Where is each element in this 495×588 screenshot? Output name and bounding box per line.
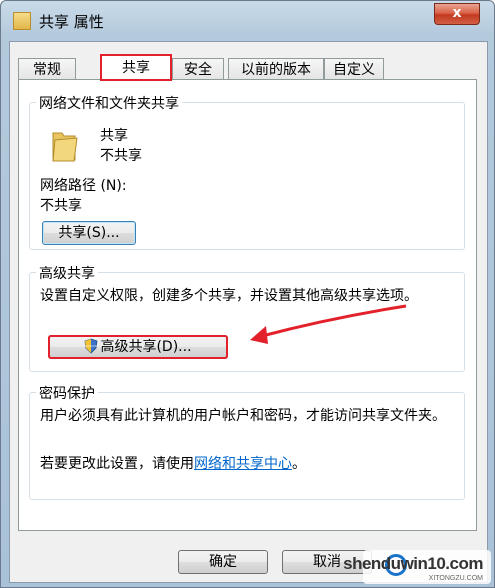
group-title: 密码保护: [36, 383, 98, 403]
folder-icon: [13, 12, 31, 30]
password-protection-group: 密码保护 用户必须具有此计算机的用户帐户和密码，才能访问共享文件夹。 若要更改此…: [29, 383, 465, 500]
window-title: 共享 属性: [39, 13, 104, 31]
watermark-site: shenduwin10.com: [343, 554, 483, 573]
sharing-tab-panel: 网络文件和文件夹共享 共享 不共享 网络路径 (N): 不共享 共享(S)...…: [18, 79, 477, 531]
shared-folder-icon: [52, 132, 78, 162]
watermark-sub: XITONGZU.COM: [428, 575, 483, 582]
change-setting-text: 若要更改此设置，请使用网络和共享中心。: [40, 455, 306, 473]
title-bar[interactable]: 共享 属性 x: [1, 1, 494, 41]
tab-previous-versions[interactable]: 以前的版本: [228, 58, 324, 80]
close-button[interactable]: x: [434, 3, 480, 25]
advanced-sharing-button-label: 高级共享(D)...: [100, 339, 192, 355]
folder-name: 共享: [100, 128, 128, 144]
group-title: 高级共享: [36, 263, 98, 283]
folder-share-status: 不共享: [100, 148, 142, 164]
uac-shield-icon: [85, 338, 98, 354]
properties-window: 共享 属性 x 常规 共享 安全 以前的版本 自定义 网络文件和文件夹共享 共享…: [0, 0, 495, 588]
advanced-sharing-description: 设置自定义权限，创建多个共享，并设置其他高级共享选项。: [40, 288, 418, 304]
change-prefix: 若要更改此设置，请使用: [40, 456, 194, 472]
password-description: 用户必须具有此计算机的用户帐户和密码，才能访问共享文件夹。: [40, 408, 446, 424]
network-path-label: 网络路径 (N):: [40, 178, 127, 194]
tab-general[interactable]: 常规: [18, 58, 76, 80]
network-sharing-center-link[interactable]: 网络和共享中心: [194, 456, 292, 472]
dialog-client: 常规 共享 安全 以前的版本 自定义 网络文件和文件夹共享 共享 不共享 网络路…: [9, 41, 488, 583]
watermark: shenduwin10.com XITONGZU.COM: [343, 550, 491, 584]
tab-customize[interactable]: 自定义: [324, 58, 384, 80]
group-title: 网络文件和文件夹共享: [36, 93, 182, 113]
change-suffix: 。: [292, 456, 306, 472]
advanced-sharing-button[interactable]: 高级共享(D)...: [48, 335, 228, 359]
tab-security[interactable]: 安全: [172, 58, 224, 80]
ok-button[interactable]: 确定: [178, 550, 268, 574]
network-sharing-group: 网络文件和文件夹共享 共享 不共享 网络路径 (N): 不共享 共享(S)...: [29, 93, 465, 250]
network-path-value: 不共享: [40, 198, 82, 214]
share-button[interactable]: 共享(S)...: [42, 221, 136, 245]
tab-sharing[interactable]: 共享: [100, 54, 172, 81]
advanced-sharing-group: 高级共享 设置自定义权限，创建多个共享，并设置其他高级共享选项。 高级共享(D)…: [29, 263, 465, 372]
